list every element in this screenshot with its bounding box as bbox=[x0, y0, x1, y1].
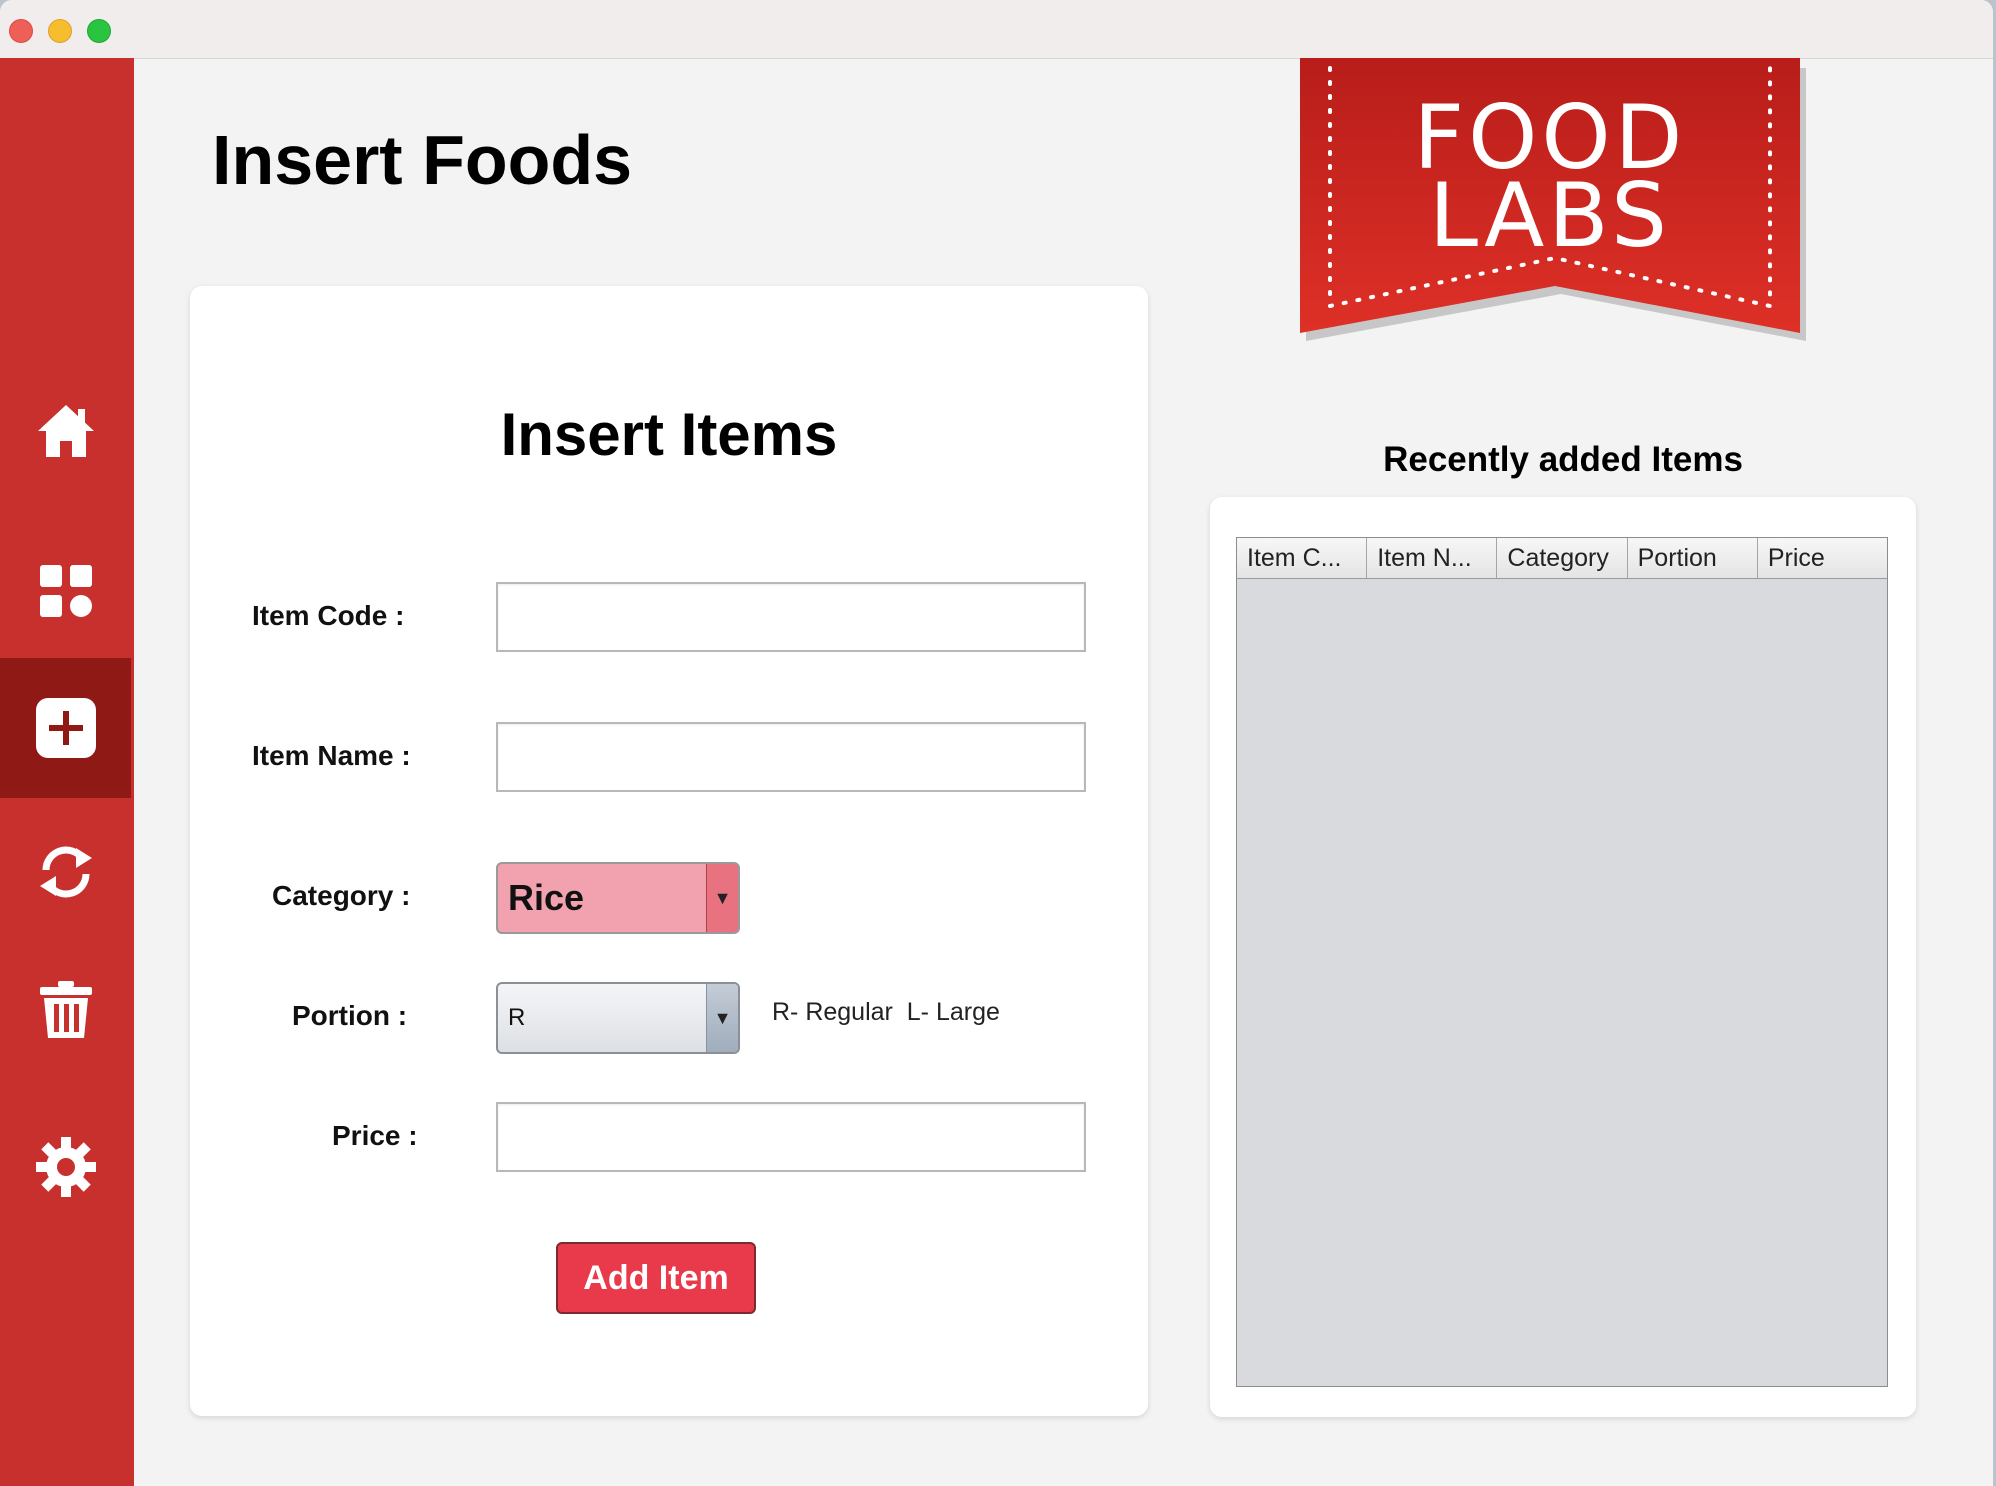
item-name-input[interactable] bbox=[496, 722, 1086, 792]
add-icon bbox=[35, 698, 96, 758]
portion-label: Portion : bbox=[292, 1000, 408, 1031]
column-header-price[interactable]: Price bbox=[1758, 538, 1887, 578]
portion-value: R bbox=[508, 1004, 526, 1031]
dropdown-arrow-icon: ▼ bbox=[706, 864, 738, 932]
sidebar-item-settings[interactable] bbox=[0, 1097, 131, 1237]
add-item-button[interactable]: Add Item bbox=[556, 1242, 756, 1314]
category-label: Category : bbox=[272, 880, 411, 911]
sidebar-item-dashboard[interactable] bbox=[0, 521, 131, 661]
column-header-category[interactable]: Category bbox=[1497, 538, 1628, 578]
refresh-icon bbox=[39, 846, 92, 898]
sidebar bbox=[0, 58, 134, 1486]
maximize-window-button[interactable] bbox=[87, 19, 111, 43]
portion-dropdown[interactable]: R ▼ bbox=[496, 982, 740, 1054]
title-bar bbox=[0, 0, 1993, 59]
price-label: Price : bbox=[332, 1120, 418, 1151]
sidebar-item-home[interactable] bbox=[0, 361, 131, 501]
home-icon bbox=[37, 405, 94, 457]
dropdown-arrow-icon: ▼ bbox=[706, 984, 738, 1052]
sidebar-item-insert[interactable] bbox=[0, 658, 131, 798]
svg-text:LABS: LABS bbox=[1429, 164, 1671, 267]
item-code-input[interactable] bbox=[496, 582, 1086, 652]
table-header: Item C... Item N... Category Portion Pri… bbox=[1237, 538, 1887, 579]
insert-items-title: Insert Items bbox=[500, 401, 838, 468]
category-value: Rice bbox=[508, 877, 585, 918]
app-window: Insert Foods FOOD LABS Insert Items Item… bbox=[0, 0, 1993, 1486]
price-input[interactable] bbox=[496, 1102, 1086, 1172]
page-title: Insert Foods bbox=[212, 121, 633, 199]
sidebar-item-update[interactable] bbox=[0, 802, 131, 942]
close-window-button[interactable] bbox=[9, 19, 33, 43]
gear-icon bbox=[35, 1137, 96, 1197]
minimize-window-button[interactable] bbox=[48, 19, 72, 43]
category-dropdown[interactable]: Rice ▼ bbox=[496, 862, 740, 934]
sidebar-item-delete[interactable] bbox=[0, 940, 131, 1080]
item-code-label: Item Code : bbox=[252, 600, 405, 631]
column-header-item-code[interactable]: Item C... bbox=[1237, 538, 1368, 578]
food-labs-logo: FOOD LABS bbox=[1300, 58, 1806, 341]
column-header-item-name[interactable]: Item N... bbox=[1367, 538, 1498, 578]
recent-items-title: Recently added Items bbox=[1383, 440, 1743, 479]
portion-hint: R- Regular L- Large bbox=[772, 998, 1000, 1026]
trash-icon bbox=[39, 981, 92, 1038]
recent-items-table[interactable]: Item C... Item N... Category Portion Pri… bbox=[1236, 537, 1888, 1387]
dashboard-icon bbox=[39, 565, 92, 617]
item-name-label: Item Name : bbox=[252, 740, 411, 771]
column-header-portion[interactable]: Portion bbox=[1628, 538, 1758, 578]
